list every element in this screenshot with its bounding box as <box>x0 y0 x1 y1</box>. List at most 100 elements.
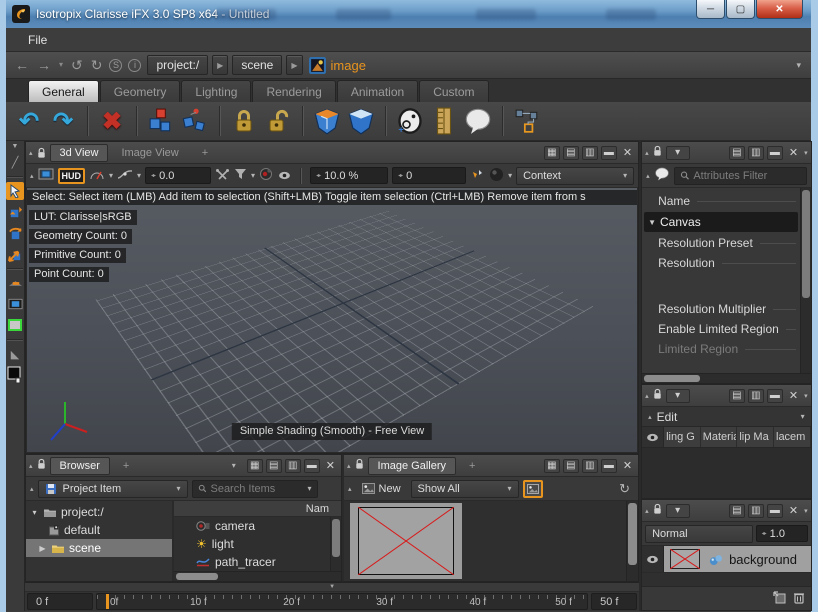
shading-sphere-icon[interactable] <box>489 167 504 185</box>
close-button[interactable]: ✕ <box>756 0 803 19</box>
texture-sphere-icon[interactable] <box>470 167 485 185</box>
camera-view-icon[interactable] <box>38 167 54 184</box>
jump-forward-icon[interactable]: ↻ <box>88 58 106 72</box>
panel-lock-icon[interactable] <box>36 458 47 473</box>
breadcrumb-sep-icon[interactable]: ▶ <box>286 55 302 75</box>
breadcrumb-scene[interactable]: scene <box>232 55 282 75</box>
lock-icon[interactable] <box>229 106 259 136</box>
maximize-button[interactable]: ▢ <box>726 0 755 19</box>
tab-animation[interactable]: Animation <box>337 80 418 102</box>
dropdown-icon[interactable]: ▾ <box>508 171 512 180</box>
gallery-view-mode-button[interactable] <box>523 480 543 498</box>
attr-row-resolution-multiplier[interactable]: Resolution Multiplier <box>642 299 800 319</box>
tools-icon[interactable] <box>215 168 230 184</box>
menu-file[interactable]: File <box>28 33 47 47</box>
col-material[interactable]: Material <box>701 427 738 447</box>
list-item-light[interactable]: ☀ light <box>174 535 330 553</box>
draw-tool-icon[interactable]: ╱ <box>6 153 24 171</box>
region-tool-icon[interactable] <box>6 316 24 334</box>
panel-dropdown-icon[interactable]: ▾ <box>224 461 244 470</box>
layout-quad-icon[interactable]: ▦ <box>544 146 560 160</box>
search-items-input[interactable] <box>210 483 303 495</box>
breadcrumb-sep-icon[interactable]: ▶ <box>212 55 228 75</box>
tree-item-default[interactable]: default <box>26 521 172 539</box>
select-tool-icon[interactable] <box>6 182 24 200</box>
collapse-icon[interactable]: ▴ <box>348 485 352 493</box>
col-clip-map[interactable]: lip Ma <box>737 427 774 447</box>
panel-close-icon[interactable]: ✕ <box>786 146 801 159</box>
layout-single-icon[interactable]: ▬ <box>767 146 783 160</box>
delete-layer-trash-icon[interactable] <box>793 591 805 607</box>
eye-icon[interactable] <box>278 171 291 180</box>
col-shading-group[interactable]: ling G <box>664 427 701 447</box>
refresh-icon[interactable]: ↻ <box>619 481 634 497</box>
layout-quad-icon[interactable]: ▦ <box>247 459 263 473</box>
comment-bubble-icon[interactable] <box>463 106 493 136</box>
dropdown-icon[interactable]: ▾ <box>137 171 141 180</box>
tab-geometry[interactable]: Geometry <box>100 80 181 102</box>
breadcrumb-project[interactable]: project:/ <box>147 55 208 75</box>
item-type-select[interactable]: Project Item▾ <box>38 480 188 498</box>
timeline-collapse-handle[interactable]: ▼ <box>25 583 639 592</box>
frame-spinner[interactable]: ◂▸0 <box>392 167 466 184</box>
group-icon[interactable] <box>346 106 376 136</box>
info-badge-icon[interactable]: i <box>128 59 141 72</box>
rotate-tool-icon[interactable] <box>6 224 24 242</box>
back-icon[interactable]: ← <box>12 58 32 72</box>
timeline-end-field[interactable]: 50 f <box>591 593 637 610</box>
layout-vsplit-icon[interactable]: ▥ <box>748 504 764 518</box>
create-object-icon[interactable] <box>146 106 176 136</box>
layout-vsplit-icon[interactable]: ▥ <box>748 389 764 403</box>
undo-icon[interactable]: ↶ <box>14 106 44 136</box>
angle-spinner[interactable]: ◂▸0.0 <box>145 167 211 184</box>
show-filter-select[interactable]: Show All▾ <box>411 480 519 498</box>
cone-tool-icon[interactable]: ◣ <box>6 345 24 363</box>
panel-dropdown-button[interactable]: ▾ <box>666 146 690 160</box>
translate-tool-icon[interactable] <box>6 203 24 221</box>
breadcrumb-current[interactable]: image <box>309 57 366 74</box>
dropdown-icon[interactable]: ▾ <box>804 392 808 400</box>
layout-single-icon[interactable]: ▬ <box>601 459 617 473</box>
unlock-icon[interactable] <box>263 106 293 136</box>
list-hscrollbar[interactable] <box>174 571 341 581</box>
fps-meter-icon[interactable] <box>89 168 105 184</box>
panel-lock-icon[interactable] <box>652 388 663 403</box>
tree-item-project[interactable]: ▾ project:/ <box>26 503 172 521</box>
delete-icon[interactable]: ✖ <box>97 106 127 136</box>
tab-image-gallery[interactable]: Image Gallery <box>368 457 456 475</box>
layout-hsplit-icon[interactable]: ▤ <box>563 146 579 160</box>
snap-tool-icon[interactable] <box>6 274 24 292</box>
gallery-thumbnail[interactable] <box>350 503 462 579</box>
tab-general[interactable]: General <box>28 80 99 102</box>
attributes-hscrollbar[interactable] <box>642 373 811 383</box>
panel-dropdown-button[interactable]: ▾ <box>666 504 690 518</box>
rail-scroll-up-icon[interactable]: ▼ <box>12 143 19 150</box>
scale-tool-icon[interactable] <box>6 245 24 263</box>
tab-add-browser[interactable]: + <box>113 457 139 475</box>
list-header-name[interactable]: Nam <box>174 501 341 517</box>
panel-close-icon[interactable]: ✕ <box>786 504 801 517</box>
tab-add-gallery[interactable]: + <box>459 457 485 475</box>
gallery-vscrollbar[interactable] <box>626 501 638 581</box>
new-layer-icon[interactable] <box>773 591 787 607</box>
collapse-icon[interactable]: ▴ <box>645 149 649 157</box>
tab-custom[interactable]: Custom <box>419 80 488 102</box>
collapse-icon[interactable]: ▴ <box>645 392 649 400</box>
dropdown-icon[interactable]: ▾ <box>251 171 255 180</box>
scatter-object-icon[interactable] <box>180 106 210 136</box>
color-swatch-icon[interactable] <box>6 366 24 384</box>
minimize-button[interactable]: ─ <box>696 0 725 19</box>
tab-image-view[interactable]: Image View <box>111 144 188 162</box>
viewport-3d[interactable]: Select: Select item (LMB) Add item to se… <box>26 188 638 453</box>
layout-vsplit-icon[interactable]: ▥ <box>748 146 764 160</box>
timeline-start-field[interactable]: 0 f <box>27 593 93 610</box>
search-items-box[interactable]: ▾ <box>192 480 318 498</box>
attributes-filter-input[interactable] <box>693 170 800 182</box>
list-item-path-tracer[interactable]: path_tracer <box>174 553 330 571</box>
timeline-ruler[interactable]: 0f 10 f 20 f 30 f 40 f 50 f <box>96 593 588 610</box>
list-item-camera[interactable]: camera <box>174 517 330 535</box>
context-select[interactable]: Context▾ <box>516 167 634 185</box>
panel-lock-icon[interactable] <box>354 458 365 473</box>
panel-lock-icon[interactable] <box>36 147 47 159</box>
tab-lighting[interactable]: Lighting <box>181 80 251 102</box>
